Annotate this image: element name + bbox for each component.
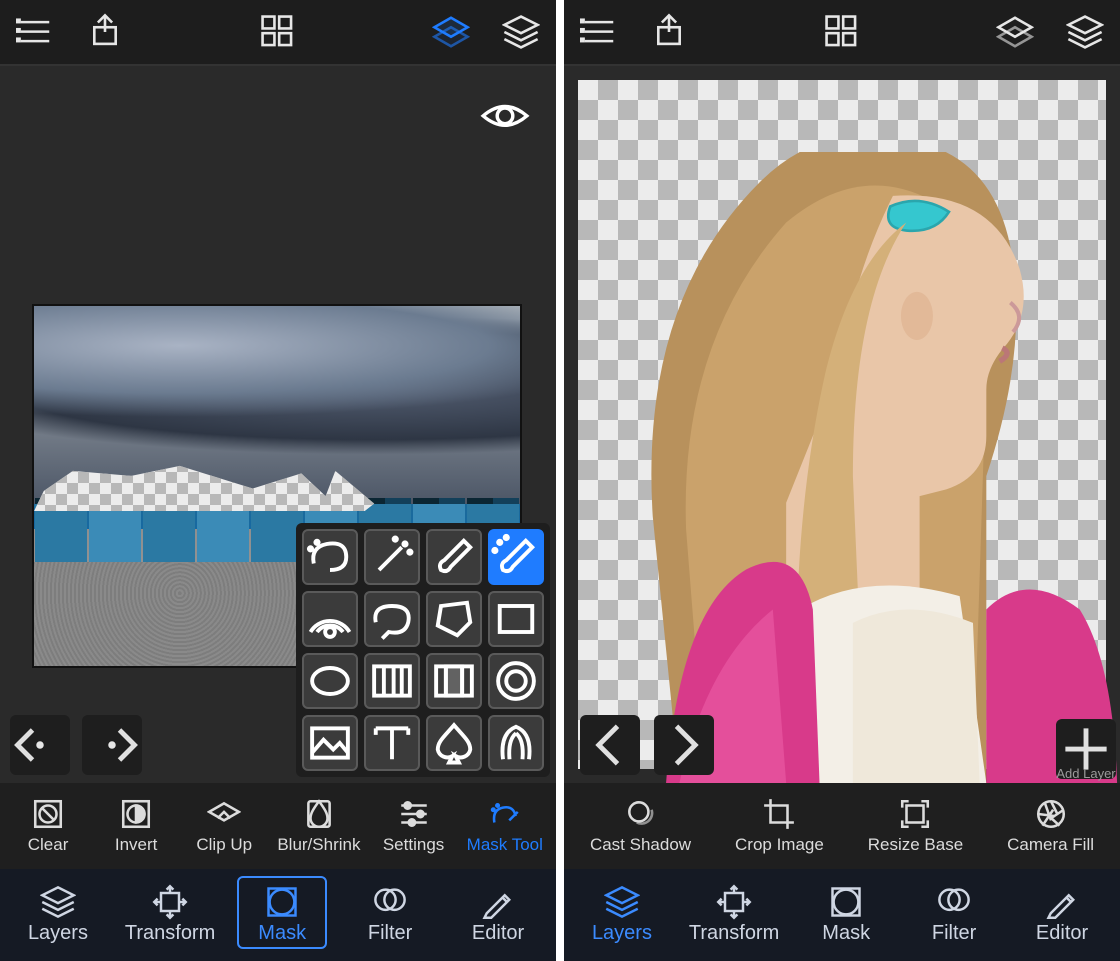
grad-v-icon[interactable] <box>426 653 482 709</box>
layers-icon[interactable] <box>502 13 540 51</box>
mask-tool-button[interactable]: Mask Tool <box>467 797 543 855</box>
add-layer-label: Add Layer <box>1056 766 1115 781</box>
share-icon[interactable] <box>650 13 688 51</box>
list-icon[interactable] <box>580 13 618 51</box>
clipup-button[interactable]: Clip Up <box>189 797 259 855</box>
left-app-screen: Clear Invert Clip Up Blur/Shrink Setting… <box>0 0 556 961</box>
image-icon[interactable] <box>302 715 358 771</box>
tab-editor[interactable]: Editor <box>1017 878 1107 947</box>
mask-layer-icon[interactable] <box>996 13 1034 51</box>
poly-lasso-icon[interactable] <box>426 591 482 647</box>
grad-h-icon[interactable] <box>364 653 420 709</box>
ellipse-icon[interactable] <box>302 653 358 709</box>
visibility-icon[interactable] <box>480 94 530 124</box>
grid-icon[interactable] <box>259 13 297 51</box>
magic-lasso-icon[interactable] <box>302 529 358 585</box>
camera-fill-button[interactable]: Camera Fill <box>1007 797 1094 855</box>
lasso-icon[interactable] <box>364 591 420 647</box>
smart-brush-icon[interactable] <box>488 529 544 585</box>
magic-wand-icon[interactable] <box>364 529 420 585</box>
mask-tool-grid <box>296 523 550 777</box>
bottombar-left: Layers Transform Mask Filter Editor <box>0 869 556 961</box>
brush-icon[interactable] <box>426 529 482 585</box>
rect-icon[interactable] <box>488 591 544 647</box>
invert-button[interactable]: Invert <box>101 797 171 855</box>
grid-icon[interactable] <box>823 13 861 51</box>
list-icon[interactable] <box>16 13 54 51</box>
prev-layer-button[interactable] <box>580 715 640 775</box>
subbar-left: Clear Invert Clip Up Blur/Shrink Setting… <box>0 783 556 869</box>
canvas-left[interactable] <box>0 66 556 783</box>
cast-shadow-button[interactable]: Cast Shadow <box>590 797 691 855</box>
tab-layers[interactable]: Layers <box>13 878 103 947</box>
tab-mask[interactable]: Mask <box>801 878 891 947</box>
tab-transform[interactable]: Transform <box>685 878 783 947</box>
undo-button[interactable] <box>10 715 70 775</box>
grad-radial-icon[interactable] <box>302 591 358 647</box>
cutout-layer[interactable] <box>586 152 1120 783</box>
tab-editor[interactable]: Editor <box>453 878 543 947</box>
next-layer-button[interactable] <box>654 715 714 775</box>
add-layer-button[interactable]: Add Layer <box>1056 719 1116 779</box>
tab-layers[interactable]: Layers <box>577 878 667 947</box>
hair-icon[interactable] <box>488 715 544 771</box>
tab-mask[interactable]: Mask <box>237 876 327 949</box>
topbar-right <box>564 0 1120 66</box>
vignette-icon[interactable] <box>488 653 544 709</box>
bottombar-right: Layers Transform Mask Filter Editor <box>564 869 1120 961</box>
layers-icon[interactable] <box>1066 13 1104 51</box>
subbar-right: Cast Shadow Crop Image Resize Base Camer… <box>564 783 1120 869</box>
blur-shrink-button[interactable]: Blur/Shrink <box>277 797 360 855</box>
spade-shape-icon[interactable] <box>426 715 482 771</box>
crop-image-button[interactable]: Crop Image <box>735 797 824 855</box>
clear-button[interactable]: Clear <box>13 797 83 855</box>
share-icon[interactable] <box>86 13 124 51</box>
topbar-left <box>0 0 556 66</box>
text-icon[interactable] <box>364 715 420 771</box>
canvas-right[interactable]: Add Layer <box>564 66 1120 783</box>
resize-base-button[interactable]: Resize Base <box>868 797 963 855</box>
tab-transform[interactable]: Transform <box>121 878 219 947</box>
tab-filter[interactable]: Filter <box>345 878 435 947</box>
right-app-screen: Add Layer Cast Shadow Crop Image Resize … <box>564 0 1120 961</box>
redo-button[interactable] <box>82 715 142 775</box>
mask-layer-icon[interactable] <box>432 13 470 51</box>
tab-filter[interactable]: Filter <box>909 878 999 947</box>
settings-button[interactable]: Settings <box>379 797 449 855</box>
